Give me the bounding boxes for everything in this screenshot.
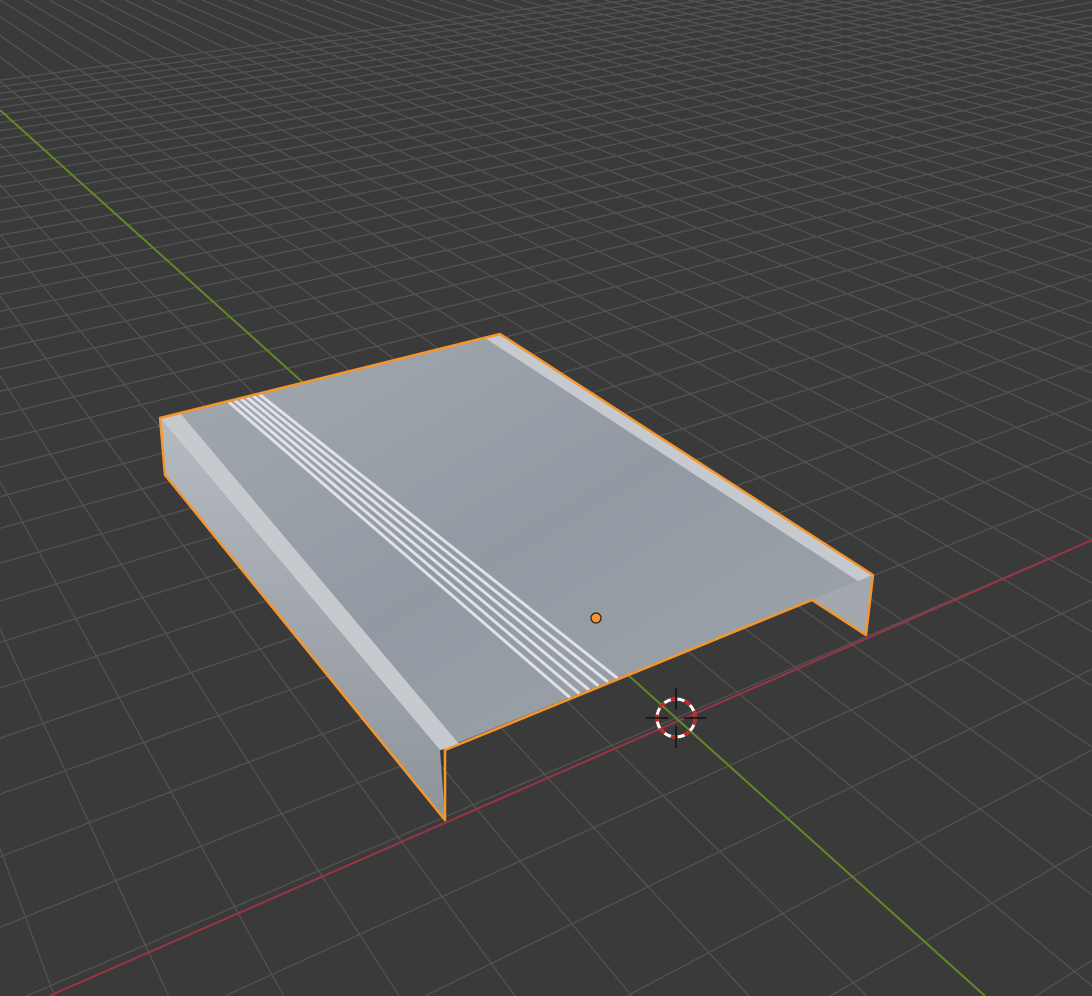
grid-line [0,0,1025,168]
grid-line [0,0,592,81]
grid-line [412,0,1092,213]
grid-line [626,749,1092,996]
grid-line [0,628,170,996]
road-object[interactable] [158,332,875,822]
object-origin-dot [590,612,602,624]
3d-viewport[interactable] [0,0,1092,996]
grid-line [0,0,784,116]
viewport-canvas[interactable] [0,0,1092,996]
grid-line [201,0,1092,374]
grid-line [688,0,1092,95]
grid-line [0,848,55,996]
